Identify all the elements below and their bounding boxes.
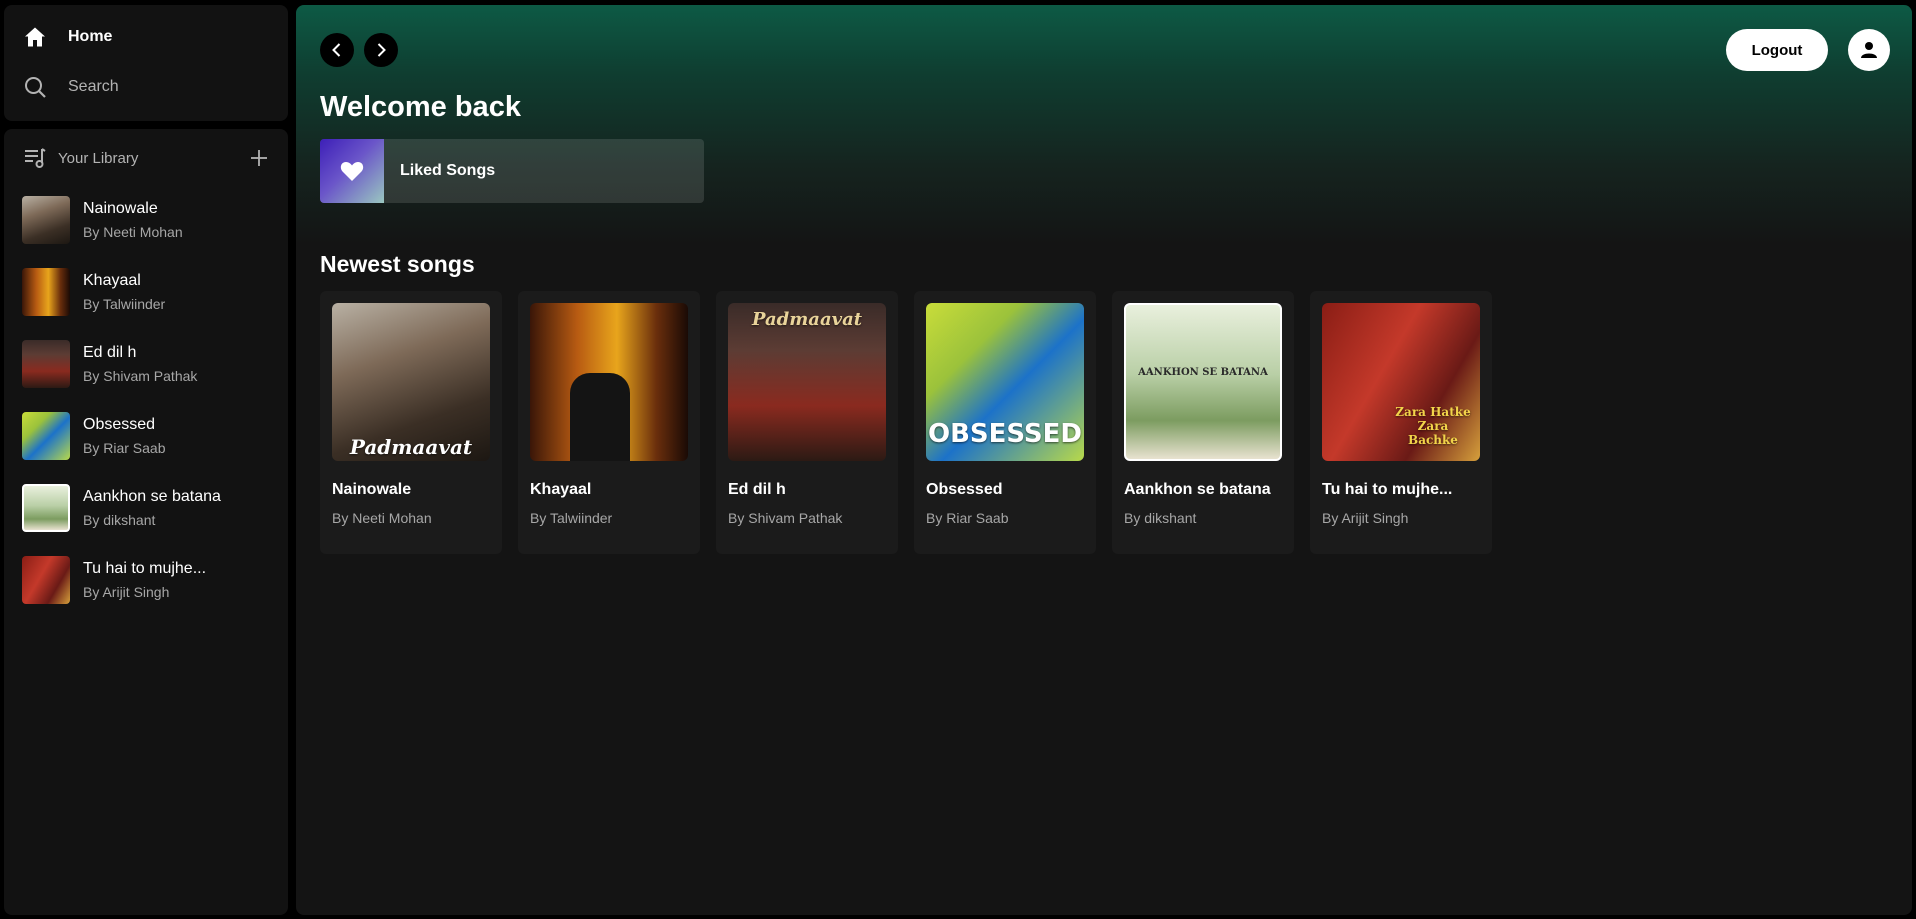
main-panel: Logout Welcome back Liked Songs Newest s…	[296, 5, 1912, 915]
album-thumbnail	[22, 340, 70, 388]
song-card[interactable]: Padmaavat Ed dil h By Shivam Pathak	[716, 291, 898, 554]
song-title: Nainowale	[332, 481, 412, 498]
profile-button[interactable]	[1848, 29, 1890, 71]
chevron-right-icon	[377, 43, 386, 57]
library-item-title: Nainowale	[83, 200, 158, 217]
album-art-text: Padmaavat	[751, 309, 863, 330]
song-card[interactable]: Khayaal By Talwiinder	[518, 291, 700, 554]
home-icon	[22, 24, 48, 50]
song-artist: By Shivam Pathak	[728, 510, 843, 526]
library-item-artist: By Talwiinder	[83, 296, 166, 312]
song-artist: By Neeti Mohan	[332, 510, 432, 526]
nav-box: Home Search	[4, 5, 288, 121]
song-title: Aankhon se batana	[1124, 481, 1271, 498]
library-item[interactable]: Ed dil h By Shivam Pathak	[22, 335, 270, 393]
song-card[interactable]: AANKHON SE BATANA Aankhon se batana By d…	[1112, 291, 1294, 554]
page-title: Welcome back	[320, 91, 521, 123]
library-item-title: Khayaal	[83, 272, 141, 289]
album-art-text: OBSESSED	[927, 419, 1083, 449]
library-item[interactable]: Tu hai to mujhe... By Arijit Singh	[22, 551, 270, 609]
back-button[interactable]	[320, 33, 354, 67]
song-card[interactable]: Padmaavat Nainowale By Neeti Mohan	[320, 291, 502, 554]
song-title: Khayaal	[530, 481, 592, 498]
nav-search-label: Search	[68, 78, 119, 95]
album-art: Padmaavat	[728, 303, 886, 461]
library-item-artist: By dikshant	[83, 512, 156, 528]
album-thumbnail	[22, 196, 70, 244]
library-item[interactable]: Aankhon se batana By dikshant	[22, 479, 270, 537]
library-item[interactable]: Obsessed By Riar Saab	[22, 407, 270, 465]
library-title: Your Library	[58, 149, 139, 167]
library-item[interactable]: Nainowale By Neeti Mohan	[22, 191, 270, 249]
album-thumbnail	[22, 484, 70, 532]
album-art: Zara Hatke Zara Bachke	[1322, 303, 1480, 461]
song-card[interactable]: Zara Hatke Zara Bachke Tu hai to mujhe..…	[1310, 291, 1492, 554]
logout-button[interactable]: Logout	[1726, 29, 1828, 71]
nav-home-label: Home	[68, 28, 113, 45]
song-title: Obsessed	[926, 481, 1003, 498]
heart-icon	[340, 162, 364, 181]
library-item-artist: By Riar Saab	[83, 440, 166, 456]
album-art: Padmaavat	[332, 303, 490, 461]
song-artist: By dikshant	[1124, 510, 1197, 526]
album-thumbnail	[22, 412, 70, 460]
song-artist: By Talwiinder	[530, 510, 613, 526]
section-title: Newest songs	[320, 251, 475, 277]
liked-songs-art	[320, 139, 384, 203]
library-icon	[22, 145, 48, 171]
album-thumbnail	[22, 268, 70, 316]
library-item-artist: By Arijit Singh	[83, 584, 170, 600]
album-art-text: Zara Hatke Zara Bachke	[1395, 405, 1471, 447]
nav-home[interactable]: Home	[22, 23, 270, 51]
library-item-title: Ed dil h	[83, 344, 137, 361]
user-icon	[1861, 42, 1877, 58]
search-icon	[22, 74, 48, 100]
album-art-text: Padmaavat	[349, 435, 473, 459]
song-artist: By Arijit Singh	[1322, 510, 1409, 526]
library-title-button[interactable]: Your Library	[22, 145, 138, 171]
library-item[interactable]: Khayaal By Talwiinder	[22, 263, 270, 321]
song-title: Ed dil h	[728, 481, 786, 498]
sidebar: Home Search Your Library Nainowale By Ne…	[4, 5, 288, 915]
album-art: OBSESSED	[926, 303, 1084, 461]
library-item-artist: By Shivam Pathak	[83, 368, 198, 384]
library-item-artist: By Neeti Mohan	[83, 224, 183, 240]
album-art-text: AANKHON SE BATANA	[1138, 367, 1268, 378]
library-item-title: Aankhon se batana	[83, 488, 221, 505]
library-item-title: Obsessed	[83, 416, 156, 433]
header-actions: Logout	[1726, 29, 1890, 71]
library-item-title: Tu hai to mujhe...	[83, 560, 207, 577]
song-artist: By Riar Saab	[926, 510, 1009, 526]
forward-button[interactable]	[364, 33, 398, 67]
add-icon[interactable]	[248, 147, 270, 169]
song-card[interactable]: OBSESSED Obsessed By Riar Saab	[914, 291, 1096, 554]
song-cards: Padmaavat Nainowale By Neeti Mohan Khaya…	[320, 291, 1492, 554]
library-header: Your Library	[22, 145, 270, 171]
nav-search[interactable]: Search	[22, 73, 270, 101]
album-art: AANKHON SE BATANA	[1124, 303, 1282, 461]
album-art	[530, 303, 688, 461]
liked-songs-label: Liked Songs	[400, 162, 496, 179]
chevron-left-icon	[332, 43, 341, 57]
album-thumbnail	[22, 556, 70, 604]
song-title: Tu hai to mujhe...	[1322, 481, 1453, 498]
library-panel: Your Library Nainowale By Neeti Mohan Kha…	[4, 129, 288, 915]
history-nav	[320, 33, 398, 67]
liked-songs-tile[interactable]: Liked Songs	[320, 139, 704, 203]
